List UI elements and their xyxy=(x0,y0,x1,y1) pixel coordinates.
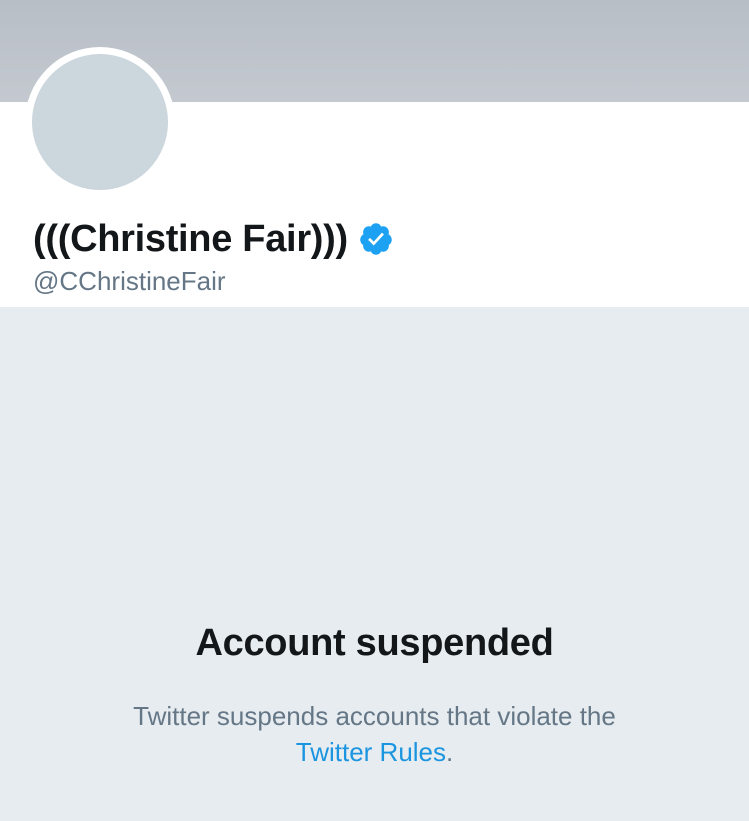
suspension-title: Account suspended xyxy=(195,622,554,664)
username-handle: @CChristineFair xyxy=(33,266,226,296)
suspension-description-text: Twitter suspends accounts that violate t… xyxy=(133,701,616,731)
twitter-rules-link[interactable]: Twitter Rules xyxy=(296,737,446,767)
avatar[interactable] xyxy=(25,47,175,197)
verified-badge-icon xyxy=(360,223,392,255)
display-name: (((Christine Fair))) xyxy=(33,217,348,260)
trailing-period: . xyxy=(446,737,454,767)
name-row: (((Christine Fair))) xyxy=(33,214,394,264)
suspension-description: Twitter suspends accounts that violate t… xyxy=(0,698,749,770)
